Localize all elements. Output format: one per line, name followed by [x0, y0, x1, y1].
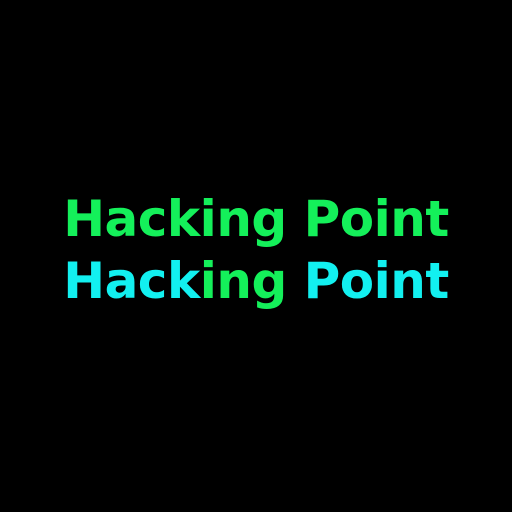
logo-line-2-part-2: ing	[199, 252, 288, 310]
logo-line-2-part-3: Point	[286, 252, 450, 310]
logo-canvas: Hacking Point Hacking Point	[0, 0, 512, 512]
logo-line-1-word-2: Point	[303, 190, 450, 248]
hacking-point-logo: Hacking Point Hacking Point	[0, 188, 512, 312]
logo-line-1-space	[287, 190, 304, 248]
logo-line-1: Hacking Point	[0, 188, 512, 250]
logo-line-2: Hacking Point	[0, 250, 512, 312]
logo-line-1-word-1: Hacking	[63, 190, 287, 248]
logo-line-2-part-1: Hack	[63, 252, 200, 310]
